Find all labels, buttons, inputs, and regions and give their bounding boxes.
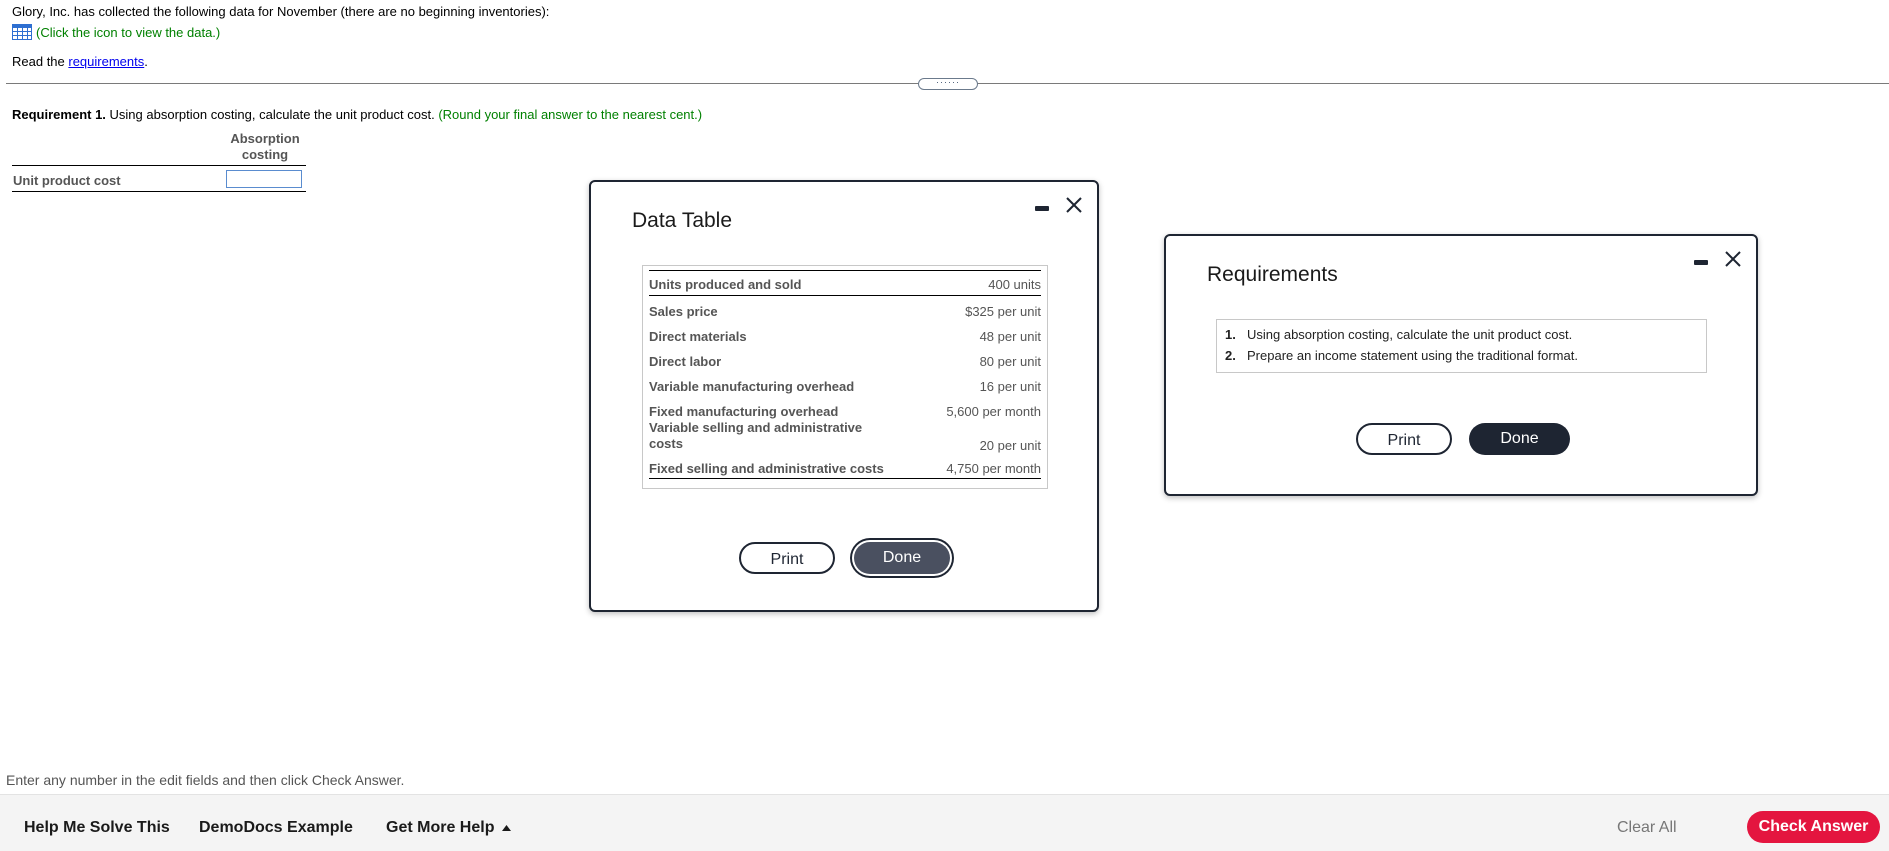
table-grid-icon[interactable] (12, 24, 32, 40)
req1-hint: (Round your final answer to the nearest … (434, 107, 703, 122)
requirement-1-text: Requirement 1. Using absorption costing,… (12, 107, 702, 122)
close-icon[interactable] (1724, 250, 1742, 268)
read-suffix: . (144, 54, 148, 69)
requirement-number: 1. (1225, 327, 1236, 342)
get-more-help-button[interactable]: Get More Help (386, 819, 511, 837)
data-row-fixed-selling-admin: Fixed selling and administrative costs 4… (649, 461, 1041, 479)
demodocs-button[interactable]: DemoDocs Example (199, 819, 353, 837)
unit-product-cost-label: Unit product cost (13, 173, 121, 188)
column-header-absorption: Absorption costing (230, 131, 300, 162)
requirements-done-button[interactable]: Done (1469, 423, 1570, 455)
read-prefix: Read the (12, 54, 69, 69)
row-label: Variable selling and administrative cost… (649, 420, 863, 451)
requirement-number: 2. (1225, 348, 1236, 363)
row-label: Units produced and sold (649, 277, 802, 292)
req1-label: Requirement 1. (12, 107, 106, 122)
row-value: 400 units (988, 277, 1041, 292)
row-value: 16 per unit (979, 379, 1041, 394)
requirements-modal: Requirements 1. Using absorption costing,… (1164, 234, 1758, 496)
req1-body: Using absorption costing, calculate the … (105, 107, 435, 122)
read-requirements: Read the requirements. (12, 54, 148, 69)
footer-hint: Enter any number in the edit fields and … (6, 772, 405, 788)
requirement-text: Using absorption costing, calculate the … (1247, 327, 1573, 342)
unit-product-cost-input[interactable] (226, 170, 302, 188)
row-label: Variable manufacturing overhead (649, 379, 855, 394)
question-intro: Glory, Inc. has collected the following … (12, 4, 550, 19)
data-row-variable-selling-admin: Variable selling and administrative cost… (649, 420, 1041, 454)
requirement-item: 1. Using absorption costing, calculate th… (1225, 327, 1572, 342)
caret-up-icon (501, 824, 511, 831)
row-value: 48 per unit (979, 329, 1041, 344)
data-table: Units produced and sold 400 units Sales … (642, 265, 1048, 489)
view-data-text[interactable]: (Click the icon to view the data.) (36, 25, 220, 40)
get-more-help-label[interactable]: Get More Help (386, 819, 494, 836)
row-label: Direct materials (649, 329, 747, 344)
requirement-text: Prepare an income statement using the tr… (1247, 348, 1578, 363)
minimize-icon[interactable] (1035, 206, 1049, 211)
split-drag-handle[interactable]: ······ (918, 78, 978, 90)
data-table-print-button[interactable]: Print (739, 542, 835, 574)
view-data-link[interactable]: (Click the icon to view the data.) (12, 24, 220, 40)
minimize-icon[interactable] (1694, 260, 1708, 265)
row-label: Sales price (649, 304, 718, 319)
row-label: Fixed manufacturing overhead (649, 404, 839, 419)
row-value: 5,600 per month (946, 404, 1041, 419)
requirements-list: 1. Using absorption costing, calculate th… (1216, 319, 1707, 373)
data-table-top-rule (649, 270, 1041, 271)
table-rule-bottom (12, 191, 306, 192)
row-value: 80 per unit (979, 354, 1041, 369)
data-table-done-button[interactable]: Done (854, 542, 950, 574)
data-table-title: Data Table (632, 209, 733, 232)
requirements-print-button[interactable]: Print (1356, 423, 1452, 455)
table-rule-top (12, 165, 306, 166)
data-row-units: Units produced and sold 400 units (649, 277, 1041, 296)
requirements-link[interactable]: requirements (68, 54, 144, 69)
data-table-modal: Data Table Units produced and sold 400 u… (589, 180, 1099, 612)
help-me-solve-button[interactable]: Help Me Solve This (24, 819, 170, 837)
row-label: Direct labor (649, 354, 722, 369)
close-icon[interactable] (1065, 196, 1083, 214)
row-label: Fixed selling and administrative costs (649, 461, 884, 476)
row-value: 20 per unit (979, 438, 1041, 453)
requirements-title: Requirements (1207, 263, 1338, 286)
requirement-item: 2. Prepare an income statement using the … (1225, 348, 1578, 363)
check-answer-button[interactable]: Check Answer (1747, 811, 1880, 843)
row-value: 4,750 per month (946, 461, 1041, 476)
clear-all-button[interactable]: Clear All (1617, 819, 1677, 837)
row-value: $325 per unit (965, 304, 1041, 319)
footer-bar: Help Me Solve This DemoDocs Example Get … (0, 794, 1889, 851)
